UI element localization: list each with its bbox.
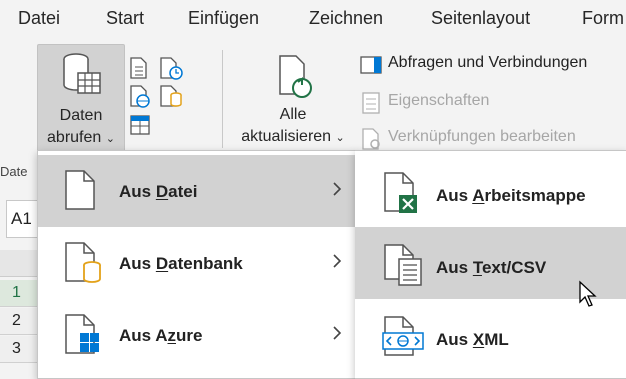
queries-panel-icon: [360, 56, 382, 74]
edit-links-icon: [362, 128, 380, 150]
tab-formeln[interactable]: Form: [582, 8, 624, 29]
properties-icon: [362, 92, 380, 114]
menu-item-from-file[interactable]: Aus Datei: [38, 155, 356, 227]
get-data-label-1: Daten: [59, 107, 103, 124]
chevron-right-icon: [333, 254, 342, 268]
tab-start[interactable]: Start: [106, 8, 144, 29]
get-data-button[interactable]: Daten abrufen ⌄: [37, 44, 125, 152]
menu-item-from-azure-label: Aus Azure: [119, 326, 203, 345]
excel-workbook-icon: [384, 172, 417, 213]
menu-item-from-database[interactable]: Aus Datenbank: [38, 227, 356, 299]
file-icon: [65, 170, 95, 210]
ribbon-separator: [222, 50, 223, 148]
tab-seitenlayout[interactable]: Seitenlayout: [431, 8, 530, 29]
tab-datei[interactable]: Datei: [18, 8, 60, 29]
properties-label: Eigenschaften: [388, 92, 490, 109]
submenu-item-from-text-csv-label: Aus Text/CSV: [436, 258, 547, 277]
refresh-icon: [279, 55, 312, 98]
menu-item-from-azure[interactable]: Aus Azure: [38, 299, 356, 371]
chevron-right-icon: [333, 182, 342, 196]
text-file-icon: [384, 244, 422, 286]
get-data-menu: Aus Datei Aus Datenbank Aus Azure: [37, 150, 357, 379]
edit-links-label: Verknüpfungen bearbeiten: [388, 128, 576, 145]
refresh-all-label-2: aktualisieren ⌄: [241, 128, 345, 145]
refresh-all-button[interactable]: Alle aktualisieren ⌄: [232, 44, 354, 150]
refresh-all-label-1: Alle: [279, 106, 307, 123]
submenu-item-from-workbook-label: Aus Arbeitsmappe: [436, 186, 586, 205]
ribbon-tabs: Datei Start Einfügen Zeichnen Seitenlayo…: [0, 0, 626, 38]
azure-windows-icon: [65, 314, 99, 354]
submenu-item-from-xml-label: Aus XML: [436, 330, 509, 349]
column-header-corner[interactable]: [0, 250, 40, 277]
tab-zeichnen[interactable]: Zeichnen: [309, 8, 383, 29]
database-file-icon: [65, 242, 101, 283]
queries-connections-label: Abfragen und Verbindungen: [388, 54, 588, 71]
ribbon: Daten abrufen ⌄ Alle aktualisieren ⌄ Abf…: [0, 38, 626, 156]
xml-file-icon: [382, 316, 424, 356]
ribbon-group-name: Date: [0, 164, 28, 179]
database-table-icon: [63, 53, 101, 94]
chevron-right-icon: [333, 326, 342, 340]
submenu-item-from-workbook[interactable]: Aus Arbeitsmappe: [355, 155, 626, 227]
get-data-label-2: abrufen ⌄: [47, 129, 115, 146]
from-file-submenu: Aus Arbeitsmappe Aus Text/CSV Aus XML: [355, 150, 626, 379]
tab-einfuegen[interactable]: Einfügen: [188, 8, 259, 29]
menu-item-from-database-label: Aus Datenbank: [119, 254, 243, 273]
small-source-icons[interactable]: [128, 56, 186, 140]
menu-item-from-file-label: Aus Datei: [119, 182, 198, 201]
submenu-item-from-xml[interactable]: Aus XML: [355, 299, 626, 371]
mouse-cursor-icon: [579, 280, 597, 307]
